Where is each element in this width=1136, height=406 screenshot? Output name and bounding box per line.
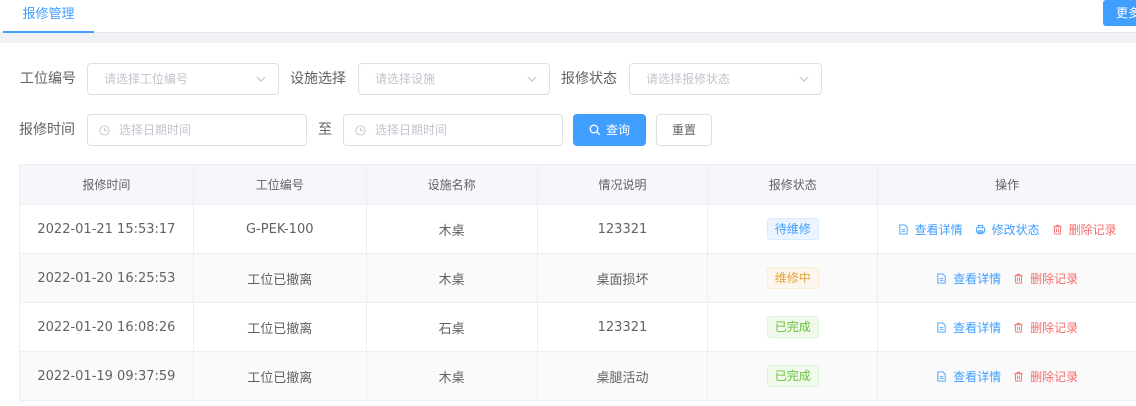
- repair-table: 报修时间 工位编号 设施名称 情况说明 报修状态 操作 2022-01-21 1…: [19, 164, 1136, 401]
- cell-description: 123321: [538, 205, 709, 253]
- end-datetime-input[interactable]: 选择日期时间: [343, 114, 563, 146]
- end-datetime-placeholder: 选择日期时间: [375, 123, 448, 137]
- view-details-label: 查看详情: [953, 369, 1002, 384]
- delete-record-button[interactable]: 删除记录: [1013, 319, 1078, 336]
- view-details-button[interactable]: 查看详情: [936, 368, 1001, 385]
- range-separator: 至: [318, 122, 332, 138]
- column-header: 报修时间: [20, 165, 194, 204]
- status-badge: 待维修: [766, 218, 819, 240]
- document-icon: [937, 321, 946, 333]
- cell-actions: 查看详情 删除记录: [878, 352, 1136, 400]
- station-label: 工位编号: [20, 71, 76, 87]
- view-details-label: 查看详情: [953, 320, 1002, 335]
- trash-icon: [1052, 224, 1062, 235]
- table-row: 2022-01-20 16:08:26 工位已撤离 石桌 123321 已完成 …: [20, 303, 1136, 352]
- chevron-down-icon: [799, 76, 809, 82]
- cell-description: 123321: [538, 303, 709, 351]
- reset-button[interactable]: 重置: [656, 114, 712, 146]
- view-details-label: 查看详情: [914, 222, 963, 237]
- delete-record-label: 删除记录: [1030, 271, 1079, 286]
- cell-station: 工位已撤离: [194, 352, 367, 400]
- search-icon: [589, 124, 601, 136]
- trash-icon: [1014, 273, 1023, 284]
- chevron-down-icon: [256, 76, 266, 82]
- cell-station: G-PEK-100: [194, 205, 367, 253]
- cell-actions: 查看详情 修改状态 删除记录: [878, 205, 1136, 253]
- station-select[interactable]: 请选择工位编号: [87, 63, 279, 95]
- cell-actions: 查看详情 删除记录: [878, 254, 1136, 302]
- facility-label: 设施选择: [290, 71, 346, 87]
- trash-icon: [1014, 371, 1023, 382]
- status-badge: 已完成: [766, 365, 819, 387]
- status-badge: 已完成: [766, 316, 819, 338]
- column-header: 情况说明: [538, 165, 709, 204]
- document-icon: [937, 370, 946, 382]
- cell-time: 2022-01-20 16:08:26: [20, 303, 194, 351]
- cell-facility: 木桌: [367, 205, 538, 253]
- start-datetime-input[interactable]: 选择日期时间: [87, 114, 307, 146]
- tab-bar: 报修管理: [0, 0, 1136, 33]
- document-icon: [937, 272, 946, 284]
- status-select[interactable]: 请选择报修状态: [629, 63, 822, 95]
- cell-time: 2022-01-20 16:25:53: [20, 254, 194, 302]
- status-label: 报修状态: [561, 71, 617, 87]
- view-details-button[interactable]: 查看详情: [898, 221, 963, 238]
- query-button-label: 查询: [606, 123, 631, 137]
- column-header: 工位编号: [194, 165, 367, 204]
- delete-record-label: 删除记录: [1030, 369, 1079, 384]
- status-placeholder: 请选择报修状态: [646, 72, 731, 86]
- clock-icon: [99, 125, 110, 136]
- station-placeholder: 请选择工位编号: [104, 72, 189, 86]
- facility-placeholder: 请选择设施: [375, 72, 436, 86]
- delete-record-button[interactable]: 删除记录: [1052, 221, 1117, 238]
- document-icon: [898, 223, 908, 235]
- delete-record-button[interactable]: 删除记录: [1013, 368, 1078, 385]
- chevron-down-icon: [527, 76, 537, 82]
- edit-status-label: 修改状态: [991, 222, 1040, 237]
- table-header: 报修时间 工位编号 设施名称 情况说明 报修状态 操作: [20, 165, 1136, 205]
- table-row: 2022-01-19 09:37:59 工位已撤离 木桌 桌腿活动 已完成 查看…: [20, 352, 1136, 401]
- edit-status-button[interactable]: 修改状态: [975, 221, 1040, 238]
- start-datetime-placeholder: 选择日期时间: [119, 123, 192, 137]
- facility-select[interactable]: 请选择设施: [358, 63, 550, 95]
- cell-description: 桌腿活动: [538, 352, 709, 400]
- table-row: 2022-01-21 15:53:17 G-PEK-100 木桌 123321 …: [20, 205, 1136, 254]
- cell-actions: 查看详情 删除记录: [878, 303, 1136, 351]
- view-details-button[interactable]: 查看详情: [936, 319, 1001, 336]
- printer-icon: [975, 224, 985, 234]
- status-badge: 维修中: [766, 267, 819, 289]
- cell-facility: 木桌: [367, 254, 538, 302]
- delete-record-label: 删除记录: [1030, 320, 1079, 335]
- more-button[interactable]: 更多: [1103, 0, 1136, 26]
- view-details-label: 查看详情: [953, 271, 1002, 286]
- divider-strip: [0, 33, 1136, 43]
- cell-station: 工位已撤离: [194, 303, 367, 351]
- cell-status: 待维修: [708, 205, 879, 253]
- cell-status: 已完成: [708, 352, 879, 400]
- tab-repair-management[interactable]: 报修管理: [3, 0, 94, 33]
- delete-record-label: 删除记录: [1068, 222, 1117, 237]
- cell-description: 桌面损坏: [538, 254, 709, 302]
- cell-status: 维修中: [708, 254, 879, 302]
- column-header: 报修状态: [708, 165, 879, 204]
- view-details-button[interactable]: 查看详情: [936, 270, 1001, 287]
- delete-record-button[interactable]: 删除记录: [1013, 270, 1078, 287]
- column-header: 设施名称: [367, 165, 538, 204]
- clock-icon: [355, 125, 366, 136]
- cell-time: 2022-01-21 15:53:17: [20, 205, 194, 253]
- table-row: 2022-01-20 16:25:53 工位已撤离 木桌 桌面损坏 维修中 查看…: [20, 254, 1136, 303]
- cell-facility: 木桌: [367, 352, 538, 400]
- cell-time: 2022-01-19 09:37:59: [20, 352, 194, 400]
- query-button[interactable]: 查询: [573, 114, 646, 146]
- cell-status: 已完成: [708, 303, 879, 351]
- time-label: 报修时间: [19, 122, 75, 138]
- cell-facility: 石桌: [367, 303, 538, 351]
- trash-icon: [1014, 322, 1023, 333]
- column-header: 操作: [995, 178, 1020, 192]
- cell-station: 工位已撤离: [194, 254, 367, 302]
